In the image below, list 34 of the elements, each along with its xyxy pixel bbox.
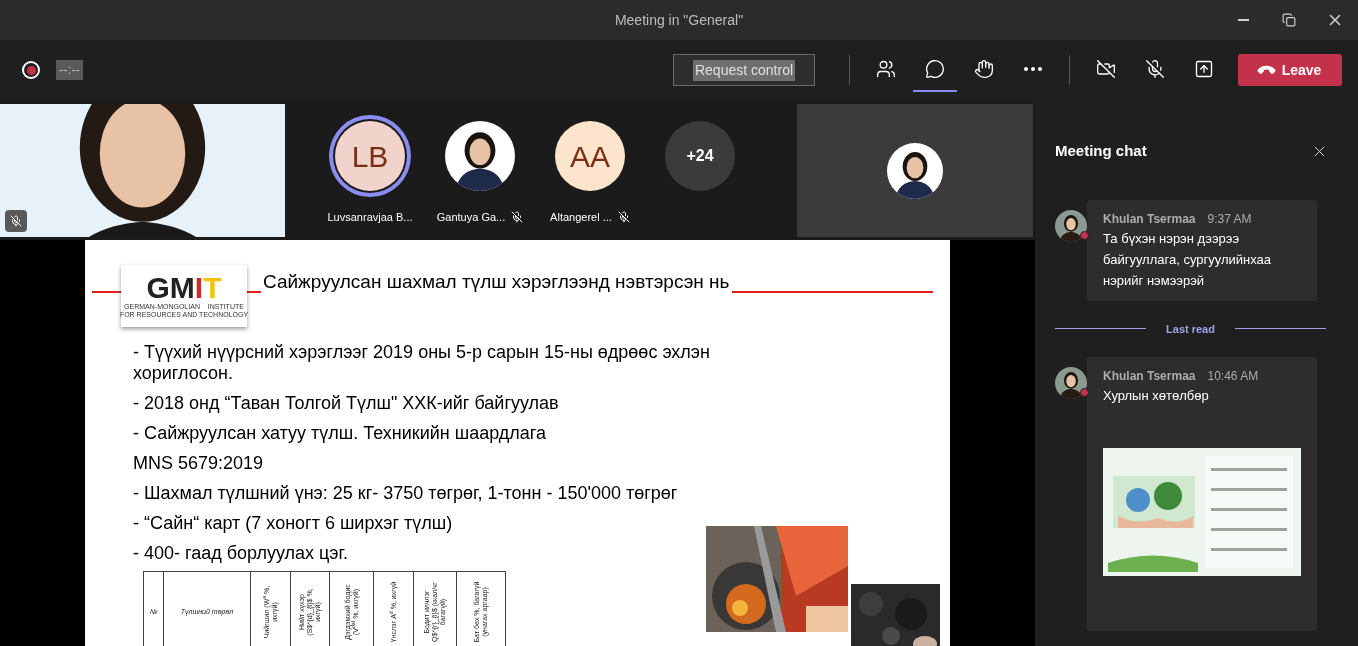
minimize-icon xyxy=(1237,19,1249,21)
message-author: Khulan Tsermaa xyxy=(1103,368,1196,385)
more-participants-button[interactable]: +24 xyxy=(665,121,735,191)
message-author: Khulan Tsermaa xyxy=(1103,210,1196,228)
reactions-icon xyxy=(974,59,994,79)
camera-off-icon xyxy=(1096,59,1116,79)
chat-title: Meeting chat xyxy=(1055,141,1147,161)
participant-name: Altangerel ... xyxy=(550,210,612,225)
slide-bullet: - 2018 онд “Таван Толгой Түлш" ХХК-ийг байгуулав xyxy=(133,393,560,414)
message-text: Та бүхэн нэрэн дээрээ байгууллага, сургуулийнхаа нэрийг нэмээрэй xyxy=(1103,229,1273,290)
slide-bullet: - Сайжруулсан хатуу түлш. Техникийн шаардлага xyxy=(133,423,547,444)
people-icon xyxy=(876,59,896,79)
window-title: Meeting in "General" xyxy=(614,10,744,30)
slide-bullet: MNS 5679:2019 xyxy=(133,453,265,474)
message-text: Хурлын хөтөлбөр xyxy=(1103,387,1210,405)
slide-bullet: - 400- гаад борлуулах цэг. xyxy=(133,543,349,564)
participant-name: Gantuya Ga... xyxy=(436,210,506,225)
slide-bullet: - “Сайн“ карт (7 хоногт 6 ширхэг түлш) xyxy=(133,513,454,534)
restore-icon xyxy=(1282,13,1296,27)
mic-off-icon xyxy=(1145,59,1165,79)
meeting-timer: --:-- xyxy=(56,60,83,80)
leave-button[interactable]: Leave xyxy=(1238,54,1342,86)
share-icon xyxy=(1194,59,1214,79)
request-control-button[interactable]: Request control xyxy=(673,54,815,86)
mic-off-icon xyxy=(10,215,22,227)
last-read-divider-label: Last read xyxy=(1166,321,1215,337)
avatar: AA xyxy=(555,121,625,191)
slide-bullet: - Шахмал түлшний үнэ: 25 кг- 3750 төгрөг, 1-тонн - 150'000 төгрөг xyxy=(133,483,679,504)
message-time: 10:46 AM xyxy=(1207,368,1259,385)
participant-name: Luvsanravjaa B... xyxy=(327,210,413,225)
slide-bullet: - Түүхий нүүрсний хэрэглээг 2019 оны 5-р сарын 15-ны өдрөөс эхлэн хориглосон. xyxy=(133,342,711,384)
message-time: 9:37 AM xyxy=(1207,210,1252,228)
chat-icon xyxy=(925,59,945,79)
more-icon xyxy=(1024,67,1042,71)
